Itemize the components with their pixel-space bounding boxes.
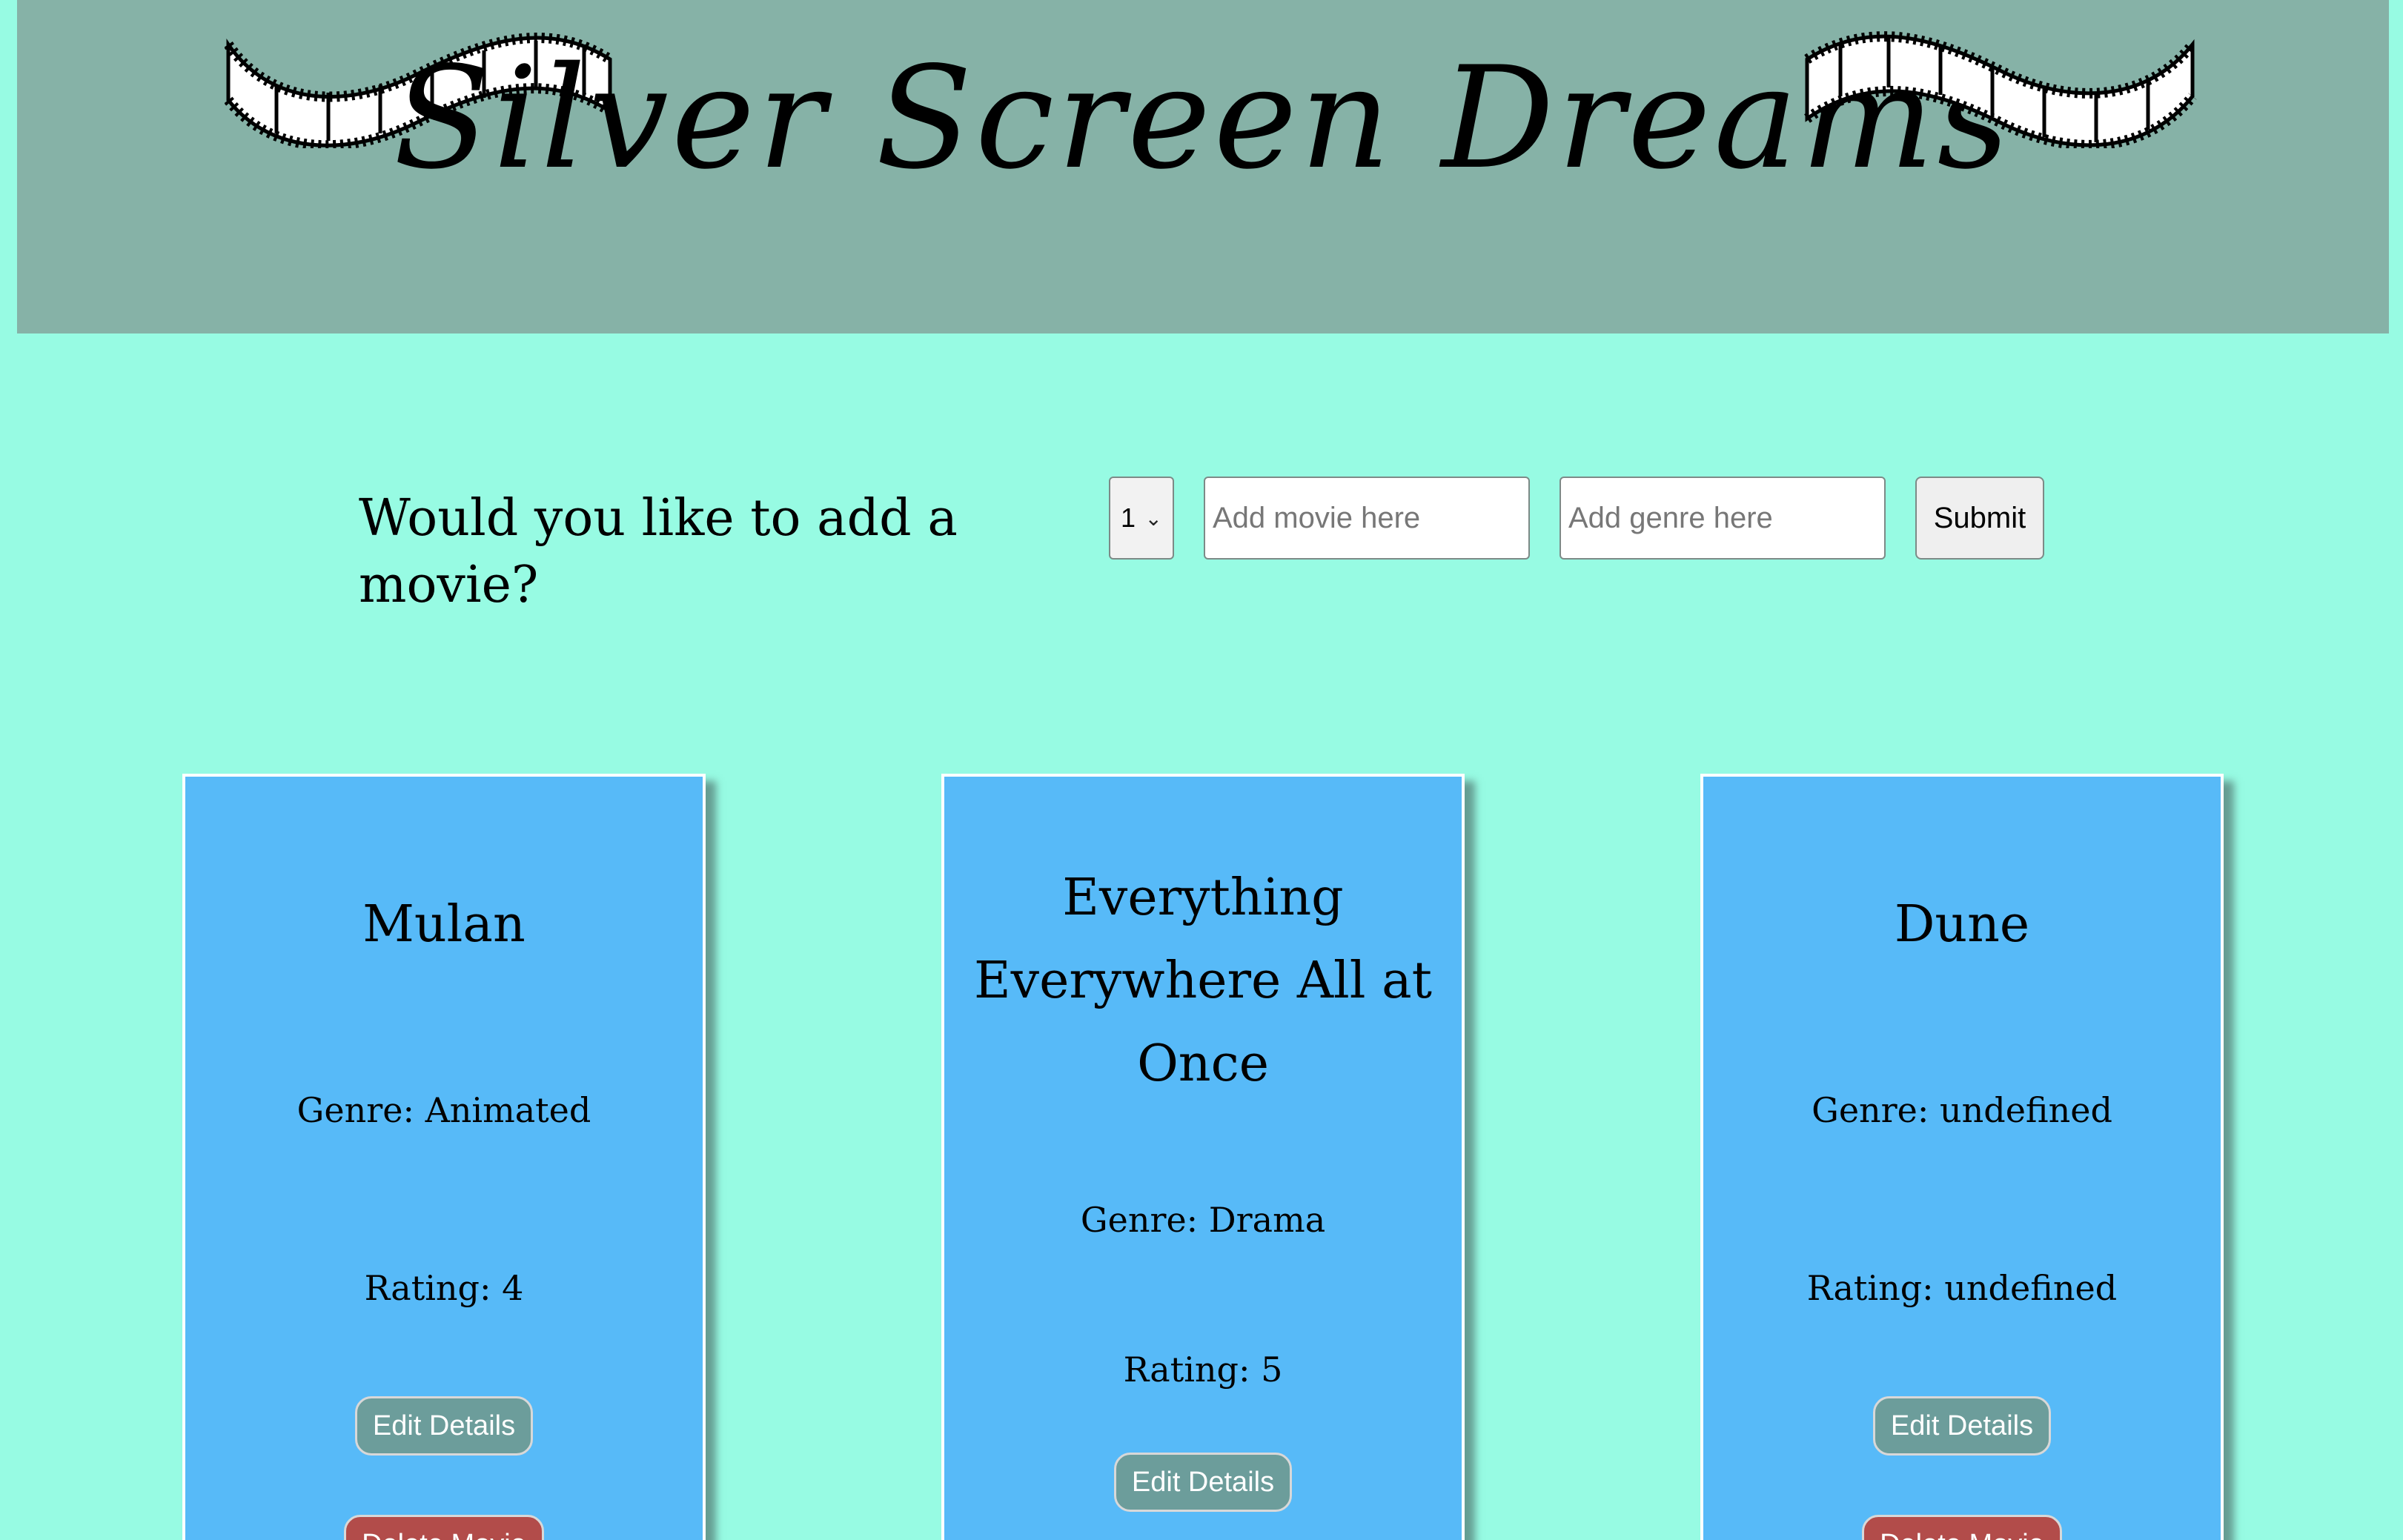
movie-rating: Rating: undefined [1806, 1268, 2118, 1308]
film-strip-icon [1804, 31, 2197, 148]
movie-rating: Rating: 4 [364, 1268, 524, 1308]
site-header: Silver Screen Dreams [17, 0, 2389, 333]
delete-movie-button[interactable]: Delete Movie [344, 1515, 544, 1540]
movie-title: Mulan [362, 895, 526, 954]
edit-details-button[interactable]: Edit Details [1873, 1396, 2051, 1456]
submit-button[interactable]: Submit [1915, 477, 2044, 560]
movie-title: Everything Everywhere All at Once [974, 869, 1432, 1093]
movie-title: Dune [1894, 895, 2030, 954]
chevron-down-icon: ⌄ [1144, 507, 1162, 530]
delete-movie-button[interactable]: Delete Movie [1862, 1515, 2062, 1540]
edit-details-button[interactable]: Edit Details [355, 1396, 533, 1456]
movie-genre: Genre: Drama [1080, 1200, 1326, 1240]
rating-select[interactable]: 1 ⌄ [1109, 477, 1174, 560]
movie-title-input[interactable] [1204, 477, 1530, 560]
movie-card: Mulan Genre: Animated Rating: 4 Edit Det… [182, 774, 706, 1540]
page: Silver Screen Dreams Would you like to a… [0, 0, 2403, 1540]
movie-genre: Genre: Animated [296, 1090, 591, 1130]
movie-card: Dune Genre: undefined Rating: undefined … [1700, 774, 2224, 1540]
movie-card: Everything Everywhere All at Once Genre:… [941, 774, 1465, 1540]
add-movie-prompt: Would you like to add a movie? [359, 489, 958, 614]
edit-details-button[interactable]: Edit Details [1114, 1453, 1292, 1512]
genre-input[interactable] [1560, 477, 1886, 560]
rating-select-value: 1 [1121, 502, 1136, 533]
movie-genre: Genre: undefined [1812, 1090, 2112, 1130]
movie-rating: Rating: 5 [1123, 1350, 1283, 1390]
add-movie-form: Would you like to add a movie? 1 ⌄ Submi… [0, 474, 2403, 614]
